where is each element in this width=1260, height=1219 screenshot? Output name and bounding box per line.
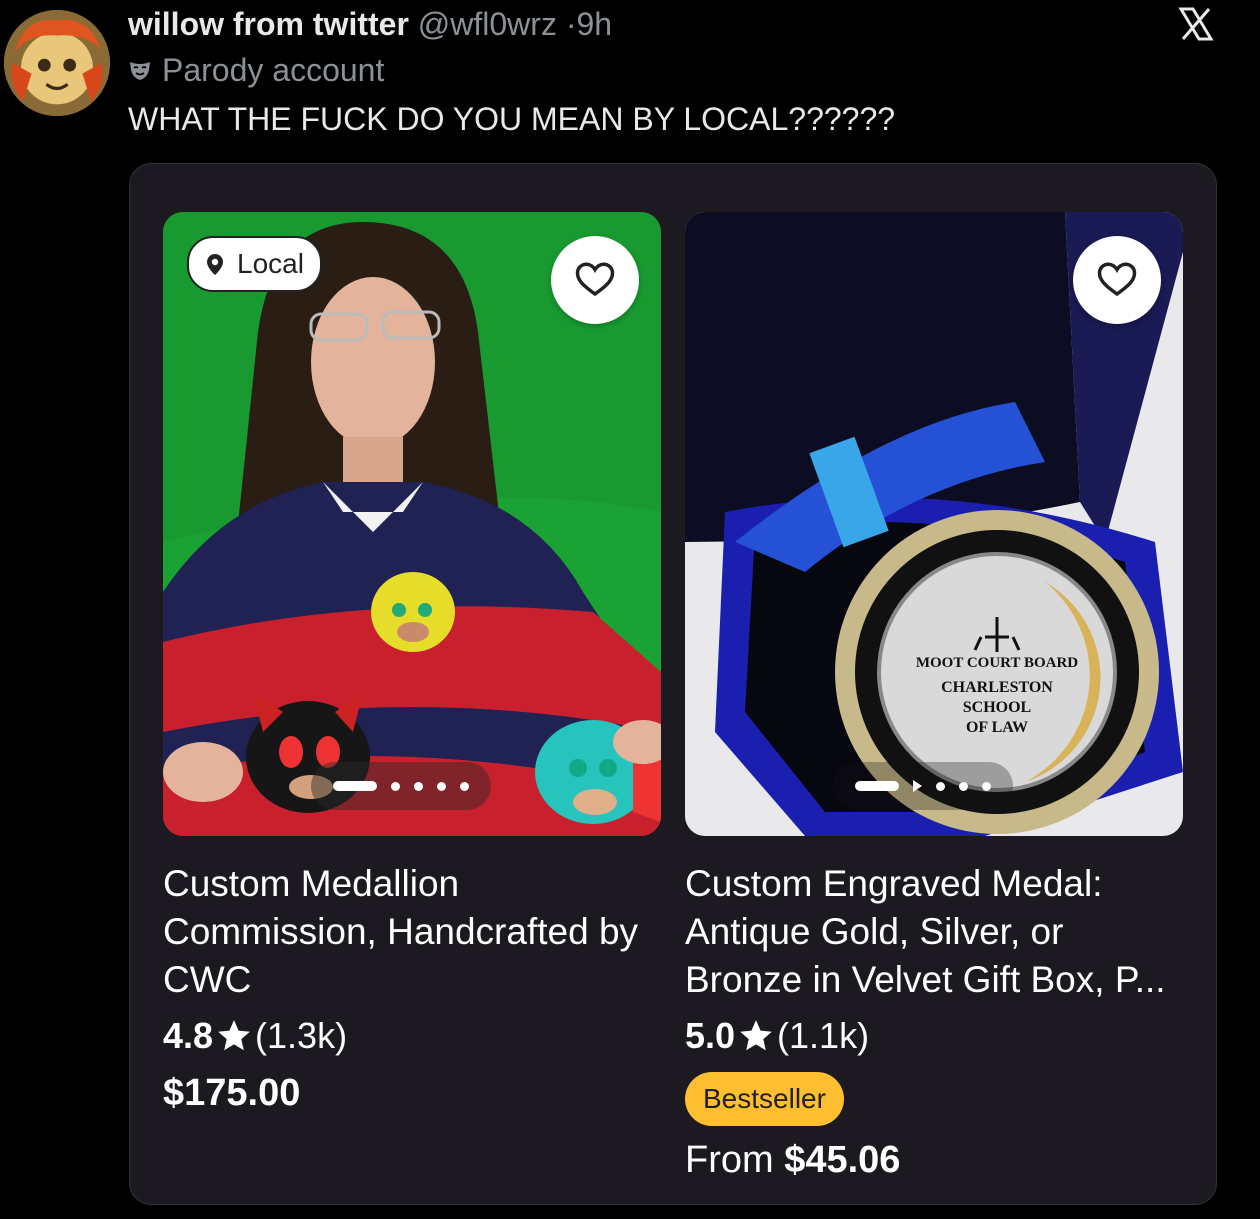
separator: · [565,6,577,42]
listing-card[interactable]: MOOT COURT BOARD CHARLESTON SCHOOL OF LA… [685,212,1183,1184]
parody-label: Parody account [162,52,385,88]
carousel-indicator[interactable] [833,762,1013,810]
avatar[interactable] [4,10,110,116]
carousel-dot[interactable] [982,781,991,791]
user-handle[interactable]: @wfl0wrz [418,6,557,42]
x-logo-icon[interactable] [1178,6,1214,42]
carousel-dot[interactable] [959,781,968,791]
tweet-header: willow from twitter @wfl0wrz ·9h Parody … [128,4,612,90]
favorite-button[interactable] [1073,236,1161,324]
price-amount: $45.06 [784,1139,901,1181]
parody-label-row: Parody account [128,50,612,90]
svg-text:CHARLESTON: CHARLESTON [941,679,1053,696]
bestseller-badge: Bestseller [685,1072,844,1126]
listing-rating: 4.8 (1.3k) [163,1014,661,1058]
svg-text:SCHOOL: SCHOOL [963,699,1031,716]
embedded-listings-card[interactable]: Local Custom Medallion Commission, Handc… [129,163,1217,1205]
review-count: (1.3k) [255,1015,348,1056]
heart-icon [575,262,615,297]
carousel-dot[interactable] [414,781,423,791]
star-icon [213,1017,255,1055]
local-badge: Local [187,236,322,292]
svg-text:OF LAW: OF LAW [966,719,1028,736]
local-badge-label: Local [237,248,304,279]
location-pin-icon [203,252,227,276]
carousel-dot-active[interactable] [855,781,899,791]
carousel-dot-active[interactable] [333,781,377,791]
listing-card[interactable]: Local Custom Medallion Commission, Handc… [163,212,661,1116]
price-prefix: From [685,1139,774,1181]
rating-score: 5.0 [685,1015,736,1056]
listing-price: From $45.06 [685,1136,1183,1184]
listing-photo[interactable]: MOOT COURT BOARD CHARLESTON SCHOOL OF LA… [685,212,1183,836]
listing-title[interactable]: Custom Medallion Commission, Handcrafted… [163,860,661,1004]
carousel-dot[interactable] [460,781,469,791]
name-row: willow from twitter @wfl0wrz ·9h [128,4,612,44]
listing-price: $175.00 [163,1072,301,1114]
carousel-indicator[interactable] [311,762,491,810]
svg-text:MOOT COURT BOARD: MOOT COURT BOARD [916,655,1078,671]
timestamp[interactable]: 9h [576,6,612,42]
carousel-dot[interactable] [437,781,446,791]
listing-photo[interactable]: Local [163,212,661,836]
listing-title[interactable]: Custom Engraved Medal: Antique Gold, Sil… [685,860,1183,1004]
rating-score: 4.8 [163,1015,214,1056]
avatar-image [4,10,110,116]
listing-rating: 5.0 (1.1k) [685,1014,1183,1058]
review-count: (1.1k) [777,1015,870,1056]
parody-mask-icon [128,58,152,82]
favorite-button[interactable] [551,236,639,324]
tweet-text: WHAT THE FUCK DO YOU MEAN BY LOCAL?????? [128,101,896,137]
heart-icon [1097,262,1137,297]
play-arrow-icon [913,780,922,792]
carousel-dot[interactable] [936,781,945,791]
carousel-dot[interactable] [391,781,400,791]
display-name[interactable]: willow from twitter [128,6,409,42]
star-icon [735,1017,777,1055]
